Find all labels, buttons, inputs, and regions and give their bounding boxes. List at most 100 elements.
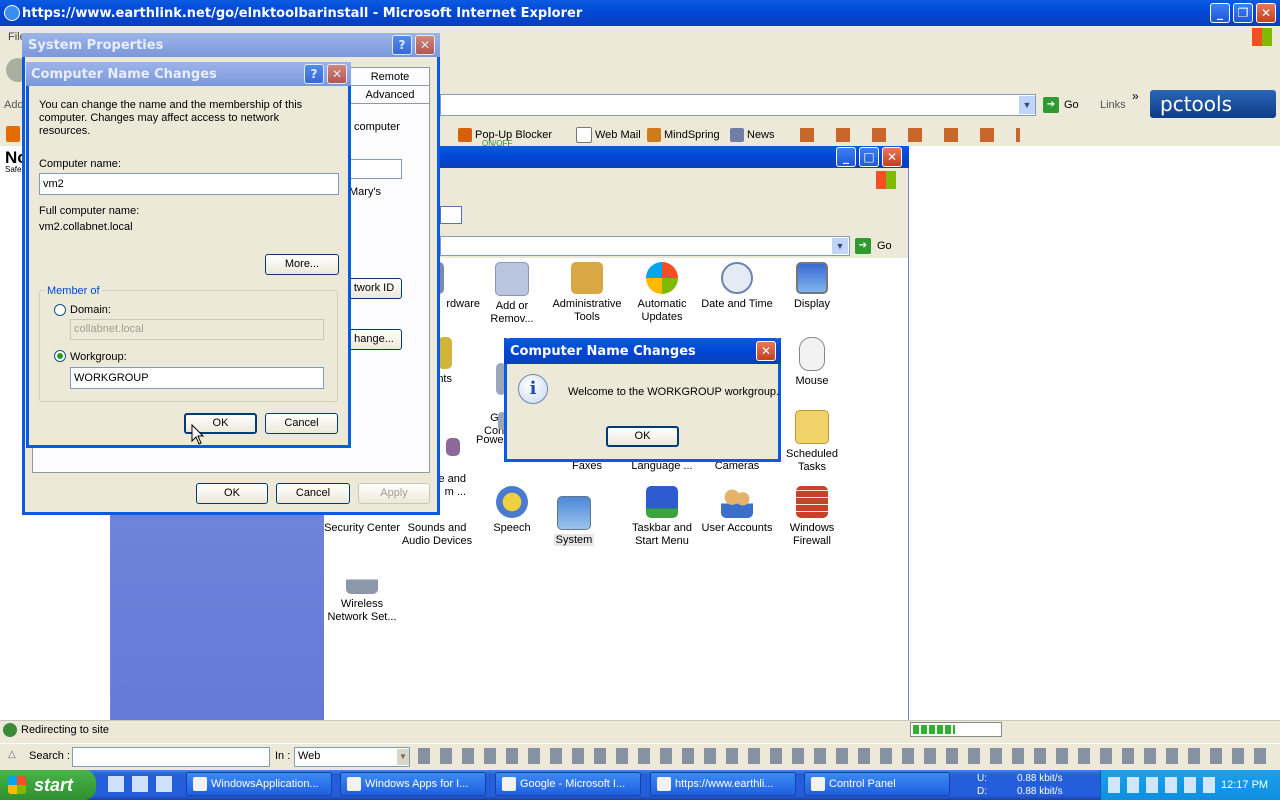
address-dropdown-icon[interactable]: ▼ [1019,96,1035,114]
tab-advanced-label: Advanced [365,89,415,101]
cp-item-security-center[interactable]: Security Center [324,522,400,535]
workgroup-input[interactable]: WORKGROUP [70,367,324,389]
cp-address-dropdown-icon[interactable]: ▼ [832,238,848,254]
message-ok-button[interactable]: OK [606,426,679,447]
progress-bar [910,722,1002,737]
net-upload-rate: 0.88 kbit/s [1017,773,1063,784]
cp-item-display-label: Display [793,298,831,310]
system-properties-title-bar: System Properties ? ✕ [22,33,440,57]
cp-item-mouse-label: Mouse [795,375,829,387]
sp-computer-description-field[interactable] [350,159,402,179]
cp-item-mouse[interactable]: Mouse [774,337,850,388]
cp-item-display[interactable]: Display [774,262,850,311]
tray-icons[interactable] [1108,777,1218,793]
cp-item-power-options[interactable]: Powe [476,412,506,447]
pctools-logo[interactable]: pctools [1150,90,1276,118]
ie-status-bar [0,720,1280,743]
domain-label: Domain: [70,304,111,316]
cp-views-icon[interactable] [440,206,462,224]
workgroup-radio[interactable] [54,350,66,362]
sp-close-icon[interactable]: ✕ [415,35,435,55]
cp-item-windows-firewall-label: Windows Firewall [789,522,835,547]
mindspring-button[interactable]: MindSpring [647,126,720,144]
domain-input[interactable]: collabnet.local [70,319,324,340]
cp-item-scheduled-tasks[interactable]: Scheduled Tasks [774,410,850,474]
sp-ok-label: OK [224,487,240,499]
search-scope-dropdown-icon[interactable]: ▼ [397,749,409,765]
ie-title-text: https://www.earthlink.net/go/elnktoolbar… [22,6,583,21]
computer-name-input[interactable]: vm2 [39,173,339,195]
toolbar-extra-icons[interactable] [800,128,1020,142]
cp-item-user-accounts-label: User Accounts [701,522,773,534]
cnc-cancel-button[interactable]: Cancel [265,413,338,434]
cp-close-icon[interactable]: ✕ [882,147,902,167]
go-arrow-icon[interactable]: ➔ [1043,97,1059,113]
news-button[interactable]: News [730,126,775,144]
minimize-icon[interactable]: _ [1210,3,1230,23]
search-toolbar-icons[interactable] [418,748,1270,764]
sp-help-icon[interactable]: ? [392,35,412,55]
cp-item-system[interactable]: System [536,496,612,547]
status-text: Redirecting to site [21,724,110,736]
tab-advanced[interactable]: Advanced [350,85,430,105]
taskbar-button-control-panel[interactable]: Control Panel [804,772,950,796]
address-input[interactable] [440,94,1036,116]
cp-item-administrative-tools[interactable]: Administrative Tools [549,262,625,324]
system-properties-title: System Properties [28,38,164,53]
display-icon [796,262,828,294]
cp-item-taskbar[interactable]: Taskbar and Start Menu [624,486,700,548]
start-button[interactable]: start [0,770,96,800]
restore-icon[interactable]: ❐ [1233,3,1253,23]
cp-item-add-remove[interactable]: Add or Remov... [474,262,550,326]
message-box-close-icon[interactable]: ✕ [756,341,776,361]
workgroup-label: Workgroup: [70,351,127,363]
tab-remote[interactable]: Remote [350,67,430,87]
close-icon[interactable]: ✕ [1256,3,1276,23]
scheduled-tasks-icon [795,410,829,444]
taskbar-button-label: https://www.earthli... [675,778,774,790]
cnc-help-icon[interactable]: ? [304,64,324,84]
web-mail-button[interactable]: Web Mail [576,126,641,144]
message-box-title: Computer Name Changes [510,344,696,359]
more-button[interactable]: More... [265,254,339,275]
change-button[interactable]: hange... [346,329,402,350]
mail-icon [576,127,592,144]
go-button[interactable]: Go [1064,99,1079,111]
taskbar-button-windows-apps[interactable]: Windows Apps for I... [340,772,486,796]
sp-cancel-button[interactable]: Cancel [276,483,350,504]
taskbar-button-windowsapplication[interactable]: WindowsApplication... [186,772,332,796]
cnc-close-icon[interactable]: ✕ [327,64,347,84]
cp-minimize-icon[interactable]: _ [836,147,856,167]
information-icon: i [518,374,548,404]
taskbar-button-google[interactable]: Google - Microsoft I... [495,772,641,796]
user-accounts-icon [721,486,753,518]
cp-item-windows-firewall[interactable]: Windows Firewall [774,486,850,548]
domain-radio[interactable] [54,304,66,316]
sp-ok-button[interactable]: OK [196,483,268,504]
cp-maximize-icon[interactable]: □ [859,147,879,167]
cp-item-automatic-updates[interactable]: Automatic Updates [624,262,700,324]
cp-item-date-time[interactable]: Date and Time [699,262,775,311]
links-chevron[interactable]: » [1132,89,1139,103]
network-id-button[interactable]: twork ID [346,278,402,299]
full-computer-name-value: vm2.collabnet.local [39,221,133,233]
cp-item-date-time-label: Date and Time [701,298,773,310]
fonts-icon [438,337,452,369]
search-input[interactable] [72,747,270,767]
cp-item-wireless[interactable]: Wireless Network Set... [324,562,400,624]
in-label: In : [275,750,291,762]
sp-apply-button[interactable]: Apply [358,483,430,504]
search-scope-select[interactable]: Web [294,747,410,767]
cp-item-user-accounts[interactable]: User Accounts [699,486,775,535]
cp-go-button[interactable]: Go [877,240,892,252]
links-label[interactable]: Links [1100,99,1126,111]
quick-launch-icons[interactable] [108,776,172,792]
message-box-title-bar: Computer Name Changes ✕ [504,338,781,364]
clock[interactable]: 12:17 PM [1221,779,1268,791]
cp-go-arrow-icon[interactable]: ➔ [855,238,871,254]
cp-address-input[interactable] [440,236,850,256]
cp-item-sounds[interactable]: Sounds and Audio Devices [399,522,475,548]
taskbar-button-earthlink[interactable]: https://www.earthli... [650,772,796,796]
firewall-icon [796,486,828,518]
phone-modem-icon [446,438,460,456]
